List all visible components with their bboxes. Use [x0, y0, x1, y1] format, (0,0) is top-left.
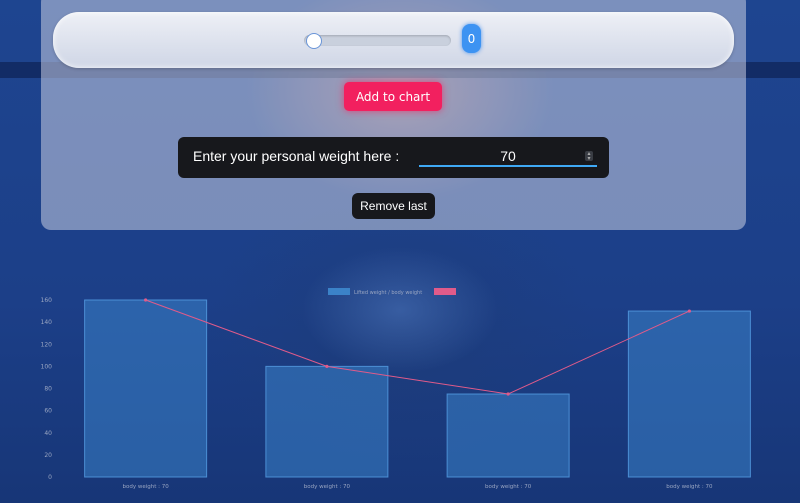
legend-swatch-0[interactable]: [328, 288, 350, 295]
bar-2[interactable]: [446, 393, 570, 478]
line-group: [144, 298, 691, 396]
legend-label-0[interactable]: Lifted weight / body weight: [354, 290, 422, 296]
chart-legend: Lifted weight / body weight: [328, 288, 456, 296]
line-point-0[interactable]: [144, 298, 148, 302]
line-point-3[interactable]: [687, 309, 691, 313]
x-tick-label: body weight : 70: [485, 484, 532, 490]
line-series: [145, 299, 690, 395]
add-to-chart-button[interactable]: Add to chart: [344, 82, 442, 111]
slider-value-badge: 0: [462, 24, 481, 53]
weight-slider-thumb[interactable]: [306, 33, 322, 49]
y-tick-label: 100: [41, 363, 53, 370]
y-tick-label: 20: [44, 452, 52, 459]
y-tick-label: 40: [44, 430, 52, 437]
x-tick-label: body weight : 70: [123, 484, 170, 490]
bar-0[interactable]: [84, 299, 208, 478]
spinner-icon[interactable]: ▴ ▾: [585, 151, 593, 162]
x-tick-label: body weight : 70: [304, 484, 351, 490]
weight-label: Enter your personal weight here :: [193, 148, 400, 164]
legend-swatch-1[interactable]: [434, 288, 456, 295]
remove-last-button[interactable]: Remove last: [352, 193, 435, 219]
y-tick-label: 80: [44, 386, 52, 393]
bars-group: [84, 299, 751, 478]
y-tick-label: 0: [48, 474, 52, 481]
x-axis: body weight : 70 body weight : 70 body wei…: [123, 484, 713, 490]
weight-input[interactable]: [419, 147, 597, 167]
y-tick-label: 160: [41, 297, 53, 304]
bar-3[interactable]: [627, 310, 751, 478]
weight-input-container: Enter your personal weight here : ▴▾: [178, 137, 609, 178]
weight-chart: Lifted weight / body weight 0 20 40 60 80 100…: [41, 288, 751, 490]
y-tick-label: 60: [44, 408, 52, 415]
x-tick-label: body weight : 70: [666, 484, 713, 490]
line-point-1[interactable]: [325, 364, 329, 368]
y-tick-label: 120: [41, 341, 53, 348]
line-point-2[interactable]: [506, 392, 510, 396]
weight-slider-track[interactable]: [304, 35, 451, 46]
y-tick-label: 140: [41, 319, 53, 326]
bar-1[interactable]: [265, 365, 389, 478]
y-axis: 0 20 40 60 80 100 120 140 160: [41, 297, 53, 481]
